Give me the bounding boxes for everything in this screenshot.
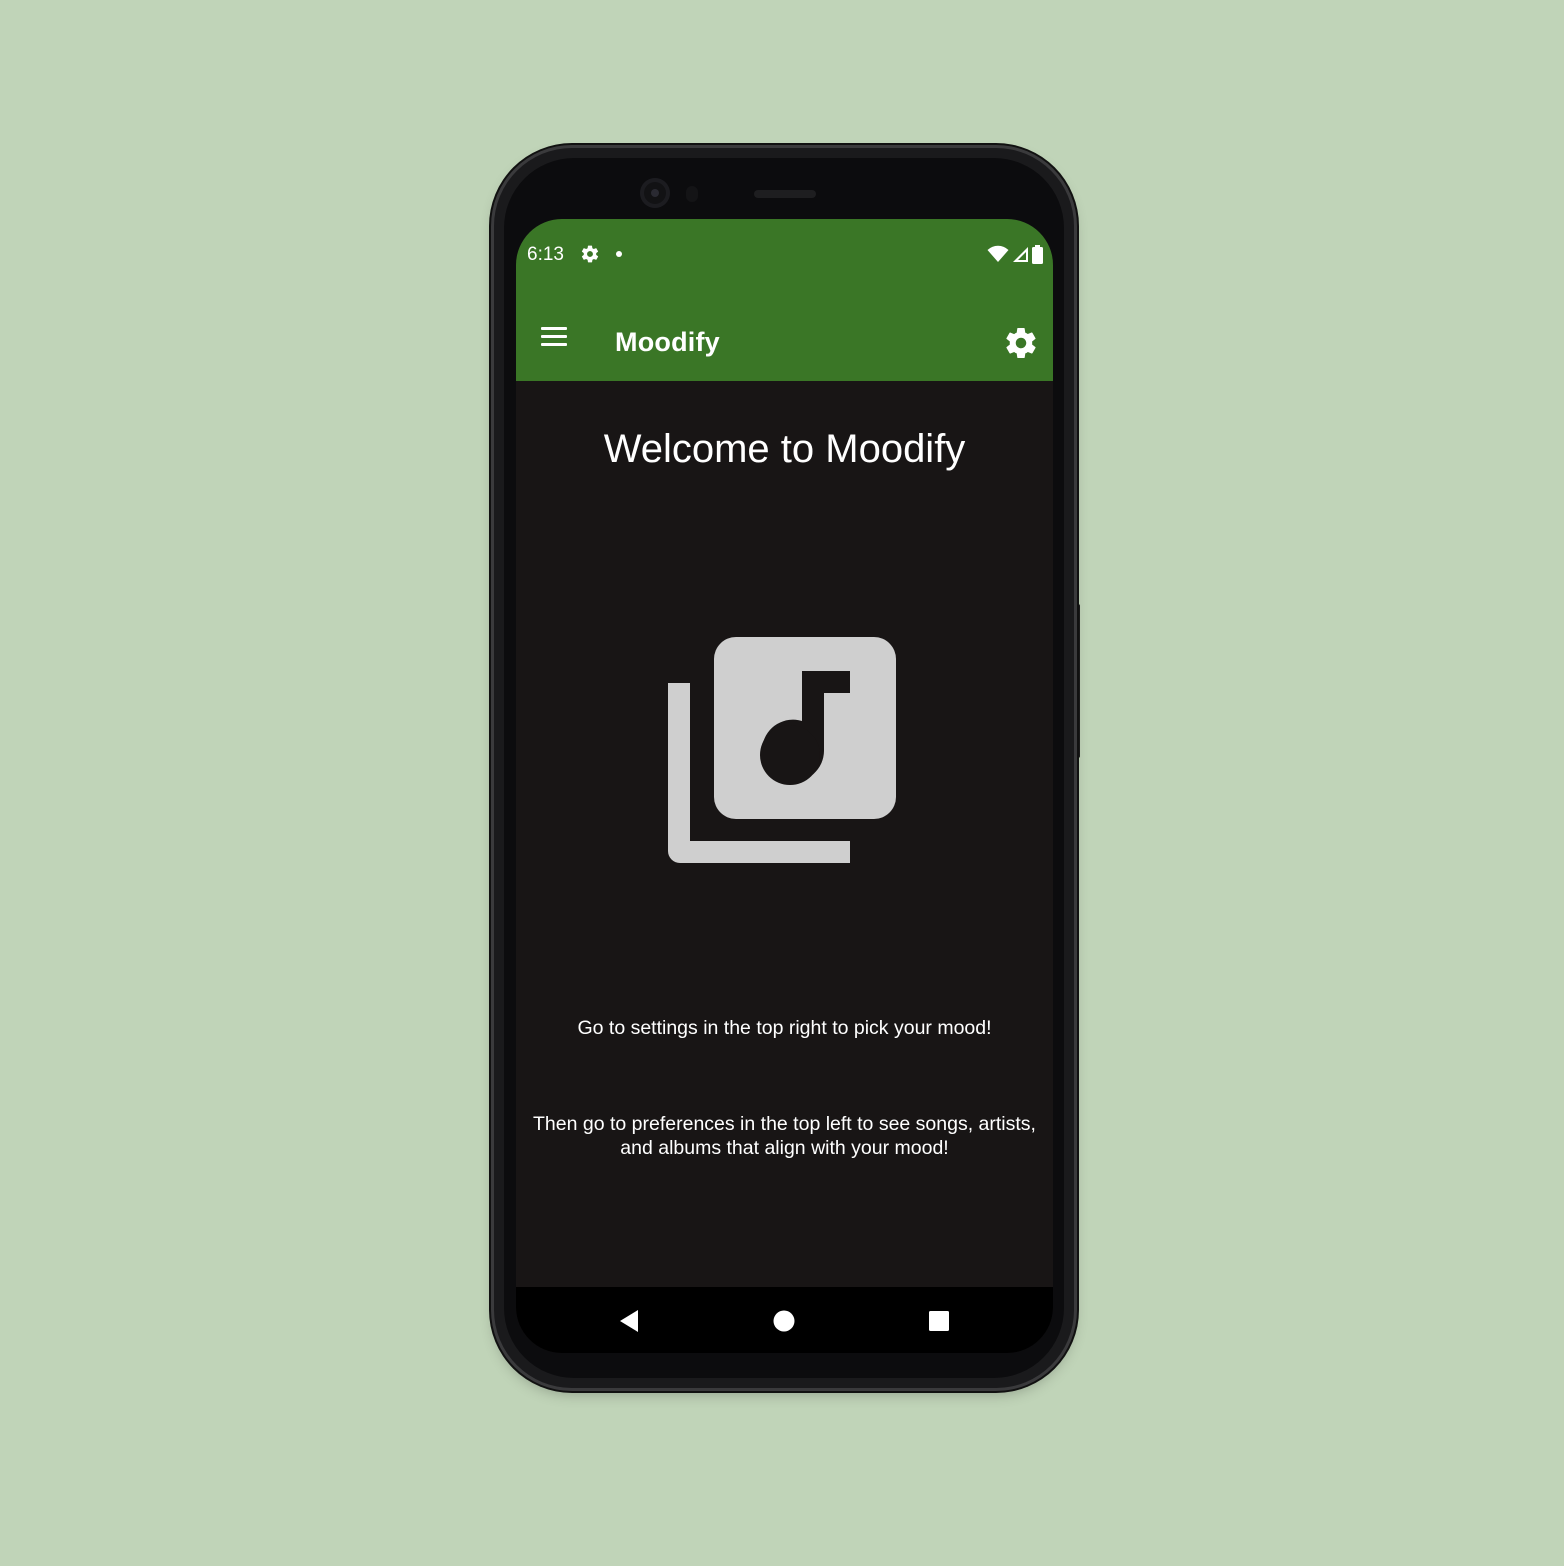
settings-gear-icon xyxy=(581,245,599,263)
backdrop: 6:13 Moodify Welcome to Moodify Go to se… xyxy=(0,0,1564,1566)
recents-icon[interactable] xyxy=(927,1309,951,1333)
back-icon[interactable] xyxy=(618,1309,642,1333)
notification-dot-icon xyxy=(616,251,622,257)
music-library-icon xyxy=(668,637,896,863)
status-icons xyxy=(987,244,1043,264)
preferences-instruction: Then go to preferences in the top left t… xyxy=(533,1113,1036,1159)
status-bar: 6:13 xyxy=(516,219,1053,291)
main-content: Welcome to Moodify Go to settings in the… xyxy=(516,381,1053,1287)
gear-icon xyxy=(1006,328,1036,359)
app-toolbar: Moodify xyxy=(516,291,1053,381)
phone-screen: 6:13 Moodify Welcome to Moodify Go to se… xyxy=(516,219,1053,1353)
status-time: 6:13 xyxy=(527,244,564,265)
settings-button[interactable] xyxy=(1003,325,1039,361)
power-button xyxy=(1074,450,1079,522)
menu-button[interactable] xyxy=(536,323,572,353)
home-icon[interactable] xyxy=(772,1309,796,1333)
app-title: Moodify xyxy=(615,327,720,357)
battery-icon xyxy=(1032,244,1043,264)
settings-instruction: Go to settings in the top right to pick … xyxy=(577,1017,992,1039)
proximity-sensor xyxy=(686,186,698,202)
front-camera xyxy=(640,178,670,208)
earpiece-speaker xyxy=(754,190,816,198)
wifi-icon xyxy=(987,245,1009,262)
volume-button xyxy=(1074,604,1080,758)
system-nav-bar xyxy=(516,1287,1053,1353)
cell-signal-icon xyxy=(1013,246,1028,262)
welcome-heading: Welcome to Moodify xyxy=(603,427,966,471)
